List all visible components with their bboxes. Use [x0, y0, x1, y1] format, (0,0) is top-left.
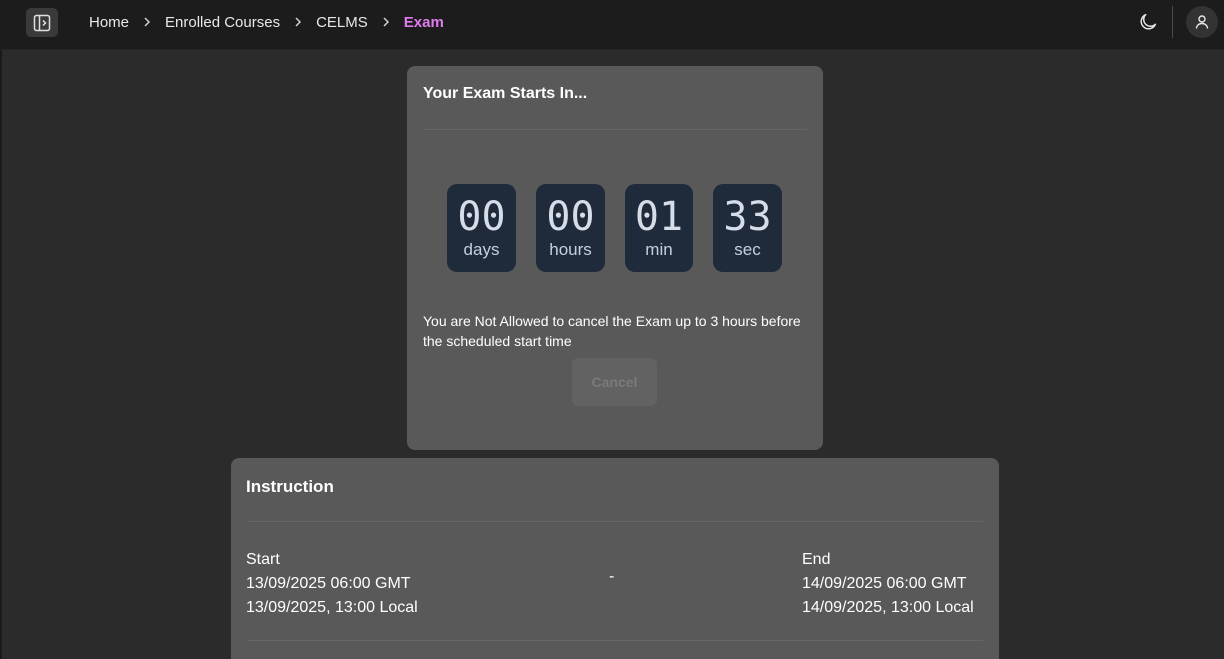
- divider: [423, 129, 807, 130]
- left-edge: [0, 50, 2, 659]
- exam-end-info: End 14/09/2025 06:00 GMT 14/09/2025, 13:…: [802, 548, 974, 620]
- top-bar: Home Enrolled Courses CELMS Exam: [0, 0, 1224, 50]
- breadcrumb-current-exam: Exam: [403, 13, 444, 31]
- countdown-days-value: 00: [457, 194, 506, 240]
- countdown-minutes-unit: min: [645, 240, 673, 259]
- chevron-right-icon: [129, 16, 165, 28]
- instruction-title: Instruction: [246, 477, 334, 496]
- sidebar-toggle-icon: [33, 14, 51, 31]
- exam-countdown-card: Your Exam Starts In... 00 days 00 hours …: [407, 66, 823, 450]
- divider: [247, 640, 983, 641]
- user-icon: [1195, 15, 1209, 29]
- header-divider: [1172, 6, 1173, 38]
- countdown-minutes: 01 min: [625, 184, 693, 272]
- countdown-timer: 00 days 00 hours 01 min 33 sec: [447, 184, 783, 272]
- chevron-right-icon: [368, 16, 404, 28]
- instruction-card: Instruction Start 13/09/2025 06:00 GMT 1…: [231, 458, 999, 659]
- sidebar-toggle-button[interactable]: [26, 8, 58, 37]
- start-label: Start: [246, 551, 280, 568]
- end-local: 14/09/2025, 13:00 Local: [802, 599, 974, 616]
- cancel-exam-button[interactable]: Cancel: [572, 358, 657, 406]
- divider: [247, 521, 983, 522]
- countdown-hours-value: 00: [546, 194, 595, 240]
- end-label: End: [802, 551, 831, 568]
- exam-countdown-title: Your Exam Starts In...: [423, 85, 588, 102]
- exam-start-info: Start 13/09/2025 06:00 GMT 13/09/2025, 1…: [246, 548, 418, 620]
- cancel-policy-notice: You are Not Allowed to cancel the Exam u…: [423, 313, 801, 349]
- countdown-seconds-value: 33: [723, 194, 772, 240]
- breadcrumb-celms-link[interactable]: CELMS: [316, 14, 368, 31]
- time-range-separator: -: [609, 568, 615, 585]
- countdown-seconds: 33 sec: [713, 184, 782, 272]
- countdown-seconds-unit: sec: [734, 240, 761, 259]
- theme-toggle-button[interactable]: [1136, 10, 1160, 34]
- countdown-minutes-value: 01: [634, 194, 684, 240]
- start-gmt: 13/09/2025 06:00 GMT: [246, 575, 411, 592]
- countdown-days: 00 days: [447, 184, 516, 272]
- moon-icon: [1140, 13, 1157, 30]
- breadcrumb-home-link[interactable]: Home: [89, 14, 129, 31]
- countdown-hours: 00 hours: [536, 184, 605, 272]
- breadcrumb-enrolled-courses-link[interactable]: Enrolled Courses: [165, 14, 280, 31]
- chevron-right-icon: [280, 16, 316, 28]
- countdown-days-unit: days: [463, 240, 500, 259]
- breadcrumb: Home Enrolled Courses CELMS Exam: [89, 13, 444, 31]
- countdown-hours-unit: hours: [549, 240, 592, 259]
- start-local: 13/09/2025, 13:00 Local: [246, 599, 418, 616]
- profile-button[interactable]: [1186, 6, 1218, 38]
- end-gmt: 14/09/2025 06:00 GMT: [802, 575, 967, 592]
